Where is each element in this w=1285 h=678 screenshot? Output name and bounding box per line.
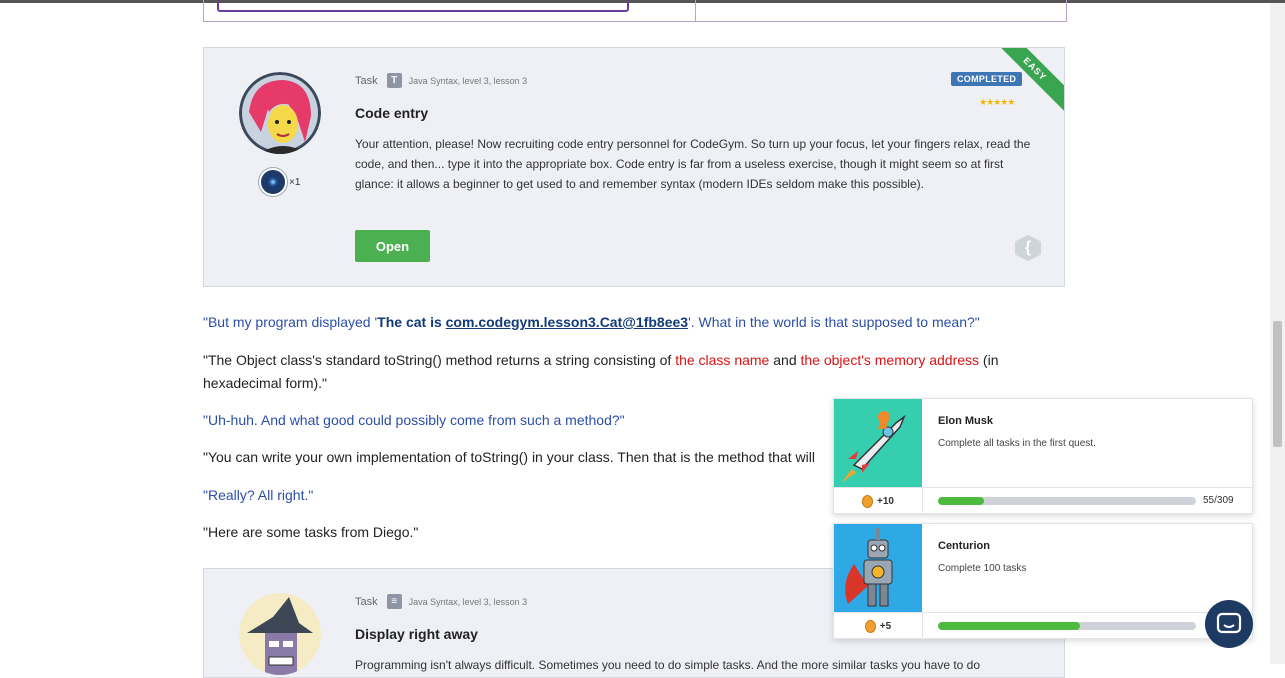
points-value: +5 xyxy=(879,621,892,632)
open-task-button[interactable]: Open xyxy=(355,230,430,262)
achievement-description: Complete 100 tasks xyxy=(938,563,1027,574)
space-badge-icon xyxy=(259,168,287,196)
progress-bar xyxy=(938,497,1196,505)
dialogue-line: "But my program displayed 'The cat is co… xyxy=(203,311,980,334)
achievement-description: Complete all tasks in the first quest. xyxy=(938,438,1096,449)
brace-hex-icon[interactable]: { xyxy=(1015,235,1041,261)
robot-hero-icon xyxy=(834,524,922,612)
dialogue-line: "Really? All right." xyxy=(203,487,314,503)
object-reference-link[interactable]: com.codegym.lesson3.Cat@1fb8ee3 xyxy=(446,314,688,330)
points-value: +10 xyxy=(877,496,894,507)
dialogue-text: and xyxy=(769,352,801,368)
column-divider xyxy=(695,0,696,21)
dialogue-line: "The Object class's standard toString() … xyxy=(203,349,1033,395)
chat-button[interactable] xyxy=(1205,600,1253,648)
task-title: Code entry xyxy=(355,105,429,121)
dialogue-text: "But my program displayed ' xyxy=(203,314,378,330)
status-badge: COMPLETED xyxy=(951,72,1023,86)
achievement-progress-row: +10 55/309 xyxy=(834,487,1252,515)
progress-fill xyxy=(938,497,984,505)
task-meta: Task ≡ Java Syntax, level 3, lesson 3 xyxy=(355,594,527,609)
task-type-label: Task xyxy=(355,595,378,608)
task-type-icon: T xyxy=(386,73,402,88)
medal-icon xyxy=(864,620,876,633)
badge-count: ×1 xyxy=(289,176,301,188)
task-author-avatar xyxy=(239,593,321,675)
dialogue-text: '. What in the world is that supposed to… xyxy=(688,314,980,330)
dialogue-line: "You can write your own implementation o… xyxy=(203,449,815,465)
task-breadcrumb[interactable]: Java Syntax, level 3, lesson 3 xyxy=(409,597,528,607)
achievement-progress-row: +5 xyxy=(834,612,1252,640)
scrollbar-thumb[interactable] xyxy=(1273,321,1282,447)
achievement-name: Elon Musk xyxy=(938,415,994,427)
rocket-cat-icon xyxy=(834,399,922,487)
previous-block-fragment xyxy=(203,0,1067,22)
task-title: Display right away xyxy=(355,626,478,642)
task-author-avatar xyxy=(239,72,321,154)
highlight-class-name: the class name xyxy=(675,352,770,368)
task-meta: Task T Java Syntax, level 3, lesson 3 xyxy=(355,73,527,88)
highlight-memory-address: the object's memory address xyxy=(800,352,980,368)
task-description: Your attention, please! Now recruiting c… xyxy=(355,137,1031,191)
dialogue-bold-text: The cat is xyxy=(377,314,446,330)
task-description: Programming isn't always difficult. Some… xyxy=(355,658,981,672)
dialogue-line: "Here are some tasks from Diego." xyxy=(203,524,419,540)
dialogue-text: "The Object class's standard toString() … xyxy=(203,352,676,368)
achievement-popup-elon-musk[interactable]: Elon Musk Complete all tasks in the firs… xyxy=(833,398,1253,515)
page-scrollbar[interactable] xyxy=(1270,3,1285,664)
task-type-label: Task xyxy=(355,74,378,87)
progress-count: 55/309 xyxy=(1203,495,1234,506)
achievement-points: +5 xyxy=(834,613,923,640)
progress-fill xyxy=(938,622,1080,630)
chat-icon xyxy=(1216,612,1242,634)
task-card-code-entry: ×1 Task T Java Syntax, level 3, lesson 3… xyxy=(203,47,1065,287)
dialogue-line: "Uh-huh. And what good could possibly co… xyxy=(203,412,625,428)
rating-stars: ★★★★★ xyxy=(979,97,1015,107)
achievement-points: +10 xyxy=(834,488,923,515)
medal-icon xyxy=(862,495,874,508)
achievement-badge: ×1 xyxy=(259,168,300,196)
code-field-fragment xyxy=(217,0,629,12)
progress-bar xyxy=(938,622,1196,630)
achievement-name: Centurion xyxy=(938,540,990,552)
document-icon: ≡ xyxy=(386,594,402,609)
achievement-popup-centurion[interactable]: Centurion Complete 100 tasks +5 xyxy=(833,523,1253,640)
task-breadcrumb[interactable]: Java Syntax, level 3, lesson 3 xyxy=(409,76,528,86)
